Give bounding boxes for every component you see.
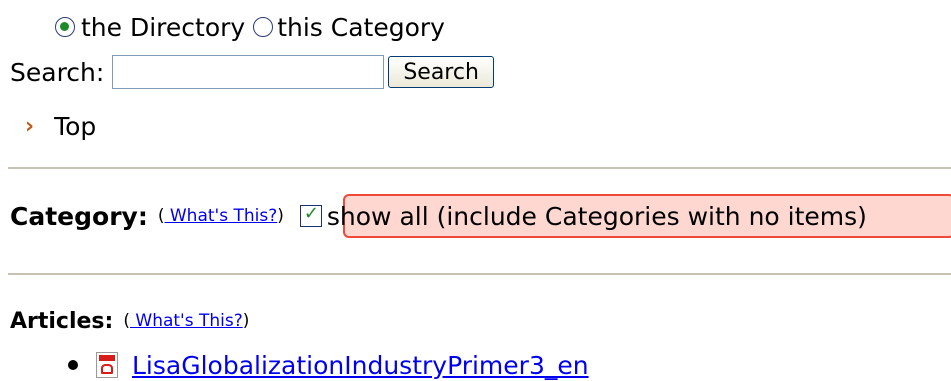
checkmark-icon: ✓ (303, 203, 319, 224)
radio-category[interactable] (253, 17, 274, 37)
list-item: LisaGlobalizationIndustryPrimer3_en (68, 350, 589, 380)
radio-directory[interactable] (55, 17, 75, 37)
articles-whats-this-link[interactable]: What's This? (130, 311, 242, 331)
search-input[interactable] (112, 55, 385, 89)
search-button[interactable]: Search (388, 56, 494, 88)
articles-label: Articles: (10, 308, 114, 334)
breadcrumb: › Top (25, 109, 96, 143)
articles-whats-this: ( What's This?) (123, 311, 250, 331)
chevron-right-icon: › (25, 113, 35, 139)
radio-category-label[interactable]: this Category (277, 13, 445, 42)
category-row: Category: ( What's This?) ✓ show all (in… (10, 199, 867, 233)
search-scope-group: the Directory this Category (55, 10, 445, 44)
divider-bottom (8, 273, 951, 275)
category-label: Category: (10, 201, 148, 231)
bullet-icon (68, 360, 78, 370)
category-whats-this: ( What's This?) (157, 206, 284, 226)
search-row: Search: Search (10, 54, 494, 90)
show-all-checkbox[interactable]: ✓ (299, 203, 322, 227)
pdf-icon (96, 352, 118, 378)
articles-row: Articles: ( What's This?) (10, 304, 249, 338)
divider-top (8, 167, 951, 169)
show-all-label[interactable]: show all (include Categories with no ite… (327, 202, 867, 231)
search-label: Search: (10, 57, 105, 87)
radio-directory-label[interactable]: the Directory (81, 13, 245, 42)
article-link[interactable]: LisaGlobalizationIndustryPrimer3_en (132, 351, 589, 380)
category-whats-this-link[interactable]: What's This? (164, 206, 277, 226)
breadcrumb-top[interactable]: Top (54, 112, 96, 141)
